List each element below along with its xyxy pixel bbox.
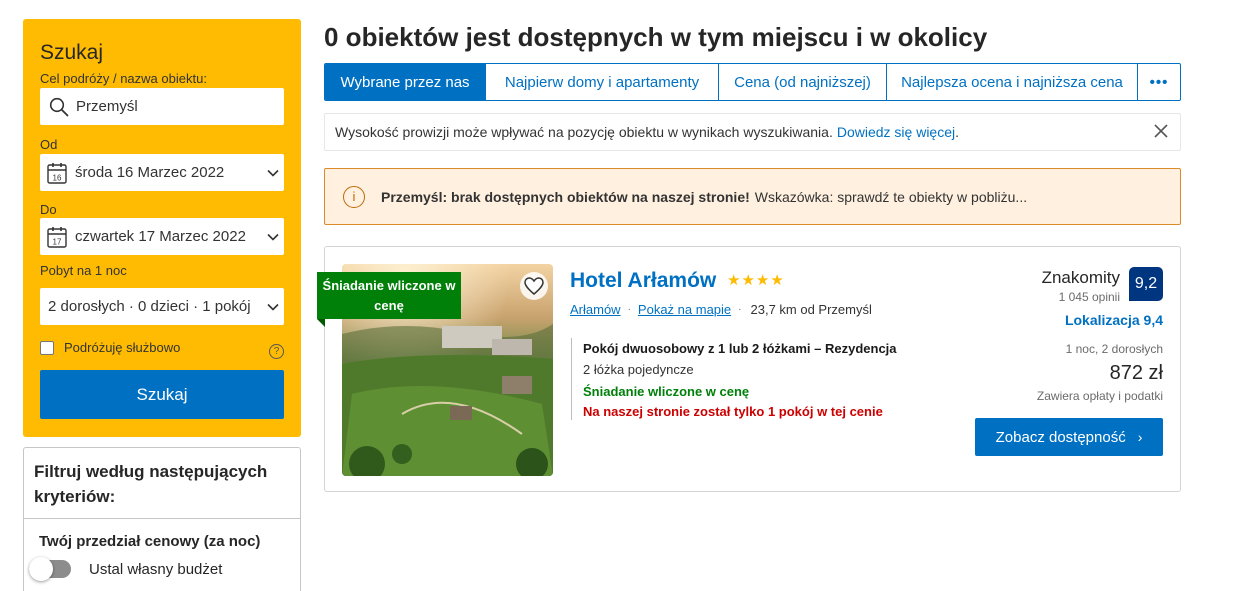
checkout-day-number: 17 bbox=[53, 237, 62, 246]
guests-select[interactable]: 2 dorosłych · 0 dzieci · 1 pokój bbox=[40, 288, 284, 325]
destination-value: Przemyśl bbox=[76, 98, 138, 115]
learn-more-link[interactable]: Dowiedz się więcej bbox=[837, 124, 955, 140]
tab-price-lowest[interactable]: Cena (od najniższej) bbox=[719, 64, 887, 100]
separator-dot: · bbox=[738, 304, 742, 315]
room-title: Pokój dwuosobowy z 1 lub 2 łóżkami – Rez… bbox=[583, 341, 897, 356]
business-travel-row: Podróżuję służbowo ? bbox=[40, 340, 284, 359]
chevron-right-icon: › bbox=[1137, 429, 1143, 445]
destination-input[interactable]: Przemyśl bbox=[40, 88, 284, 125]
stay-length-label: Pobyt na 1 noc bbox=[40, 263, 127, 278]
calendar-icon: 17 bbox=[47, 226, 67, 248]
hotel-card: Śniadanie wliczone w cenę Hotel Arłamów … bbox=[317, 246, 1181, 492]
location-link[interactable]: Arłamów bbox=[570, 302, 621, 317]
info-icon: i bbox=[343, 185, 365, 208]
no-availability-alert: i Przemyśl: brak dostępnych obiektów na … bbox=[324, 168, 1181, 225]
review-score-badge[interactable]: 9,2 bbox=[1129, 267, 1163, 301]
search-panel: Szukaj Cel podróży / nazwa obiektu: Prze… bbox=[23, 19, 301, 437]
show-on-map-link[interactable]: Pokaż na mapie bbox=[638, 302, 731, 317]
breakfast-note: Śniadanie wliczone w cenę bbox=[583, 384, 750, 399]
checkin-label: Od bbox=[40, 137, 58, 152]
favorite-heart-icon[interactable] bbox=[520, 272, 548, 300]
budget-toggle-label[interactable]: Ustal własny budżet bbox=[89, 561, 222, 578]
toggle-knob bbox=[29, 557, 53, 581]
ribbon-fold bbox=[317, 319, 325, 327]
business-travel-checkbox[interactable] bbox=[40, 340, 54, 355]
search-button[interactable]: Szukaj bbox=[40, 370, 284, 419]
star-icon: ★ bbox=[755, 272, 770, 289]
star-rating: ★ ★ ★ ★ bbox=[727, 273, 784, 288]
last-room-warning: Na naszej stronie został tylko 1 pokój w… bbox=[583, 404, 883, 419]
budget-toggle-row: Ustal własny budżet bbox=[29, 557, 222, 581]
checkout-value: czwartek 17 Marzec 2022 bbox=[75, 228, 246, 245]
see-availability-button[interactable]: Zobacz dostępność › bbox=[975, 418, 1163, 456]
close-icon[interactable] bbox=[1154, 124, 1168, 141]
location-row: Arłamów · Pokaż na mapie · 23,7 km od Pr… bbox=[570, 302, 872, 317]
separator-dot: · bbox=[627, 304, 631, 315]
room-info: Pokój dwuosobowy z 1 lub 2 łóżkami – Rez… bbox=[571, 338, 897, 420]
alert-hint-text: Wskazówka: sprawdź te obiekty w pobliżu.… bbox=[754, 188, 1028, 205]
star-icon: ★ bbox=[770, 272, 784, 289]
chevron-down-icon bbox=[262, 303, 284, 311]
taxes-note: Zawiera opłaty i podatki bbox=[1036, 389, 1163, 403]
chevron-down-icon bbox=[262, 233, 284, 241]
breakfast-included-ribbon: Śniadanie wliczone w cenę bbox=[317, 272, 461, 319]
filter-title: Filtruj według następujących kryteriów: bbox=[24, 448, 300, 519]
commission-end: . bbox=[955, 124, 960, 140]
search-title: Szukaj bbox=[40, 41, 104, 64]
tab-more-options[interactable]: ••• bbox=[1138, 64, 1180, 100]
budget-toggle[interactable] bbox=[29, 557, 71, 581]
alert-bold-text: Przemyśl: brak dostępnych obiektów na na… bbox=[381, 188, 750, 205]
price: 872 zł bbox=[1109, 362, 1163, 384]
sort-tabs: Wybrane przez nas Najpierw domy i aparta… bbox=[324, 63, 1181, 101]
checkout-date-field[interactable]: 17 czwartek 17 Marzec 2022 bbox=[40, 218, 284, 255]
budget-title: Twój przedział cenowy (za noc) bbox=[39, 533, 261, 550]
more-dots-icon: ••• bbox=[1149, 73, 1169, 91]
checkout-label: Do bbox=[40, 202, 57, 217]
checkin-day-number: 16 bbox=[53, 173, 62, 182]
checkin-date-field[interactable]: 16 środa 16 Marzec 2022 bbox=[40, 154, 284, 191]
filter-panel: Filtruj według następujących kryteriów: … bbox=[23, 447, 301, 591]
help-icon[interactable]: ? bbox=[269, 344, 284, 359]
search-icon bbox=[49, 97, 69, 117]
results-heading: 0 obiektów jest dostępnych w tym miejscu… bbox=[324, 22, 988, 52]
tab-our-picks[interactable]: Wybrane przez nas bbox=[325, 64, 486, 100]
tab-homes-first[interactable]: Najpierw domy i apartamenty bbox=[486, 64, 719, 100]
calendar-icon: 16 bbox=[47, 162, 67, 184]
see-availability-label: Zobacz dostępność bbox=[995, 428, 1126, 446]
commission-notice: Wysokość prowizji może wpływać na pozycj… bbox=[324, 113, 1181, 151]
distance-text: 23,7 km od Przemyśl bbox=[750, 302, 872, 317]
review-count[interactable]: 1 045 opinii bbox=[1059, 290, 1120, 304]
guests-value: 2 dorosłych · 0 dzieci · 1 pokój bbox=[48, 298, 251, 315]
destination-label: Cel podróży / nazwa obiektu: bbox=[40, 71, 207, 86]
checkin-value: środa 16 Marzec 2022 bbox=[75, 164, 225, 181]
star-icon: ★ bbox=[727, 272, 741, 289]
room-beds: 2 łóżka pojedyncze bbox=[583, 362, 694, 377]
location-score: Lokalizacja 9,4 bbox=[1064, 312, 1163, 328]
stay-info: 1 noc, 2 dorosłych bbox=[1065, 342, 1163, 356]
star-icon: ★ bbox=[741, 272, 755, 289]
chevron-down-icon bbox=[262, 169, 284, 177]
commission-text: Wysokość prowizji może wpływać na pozycj… bbox=[335, 124, 833, 140]
hotel-name-link[interactable]: Hotel Arłamów bbox=[570, 269, 716, 293]
business-travel-label[interactable]: Podróżuję służbowo bbox=[64, 340, 180, 355]
review-score-label: Znakomity bbox=[1041, 268, 1120, 287]
tab-best-rated-lowest-price[interactable]: Najlepsza ocena i najniższa cena bbox=[887, 64, 1138, 100]
